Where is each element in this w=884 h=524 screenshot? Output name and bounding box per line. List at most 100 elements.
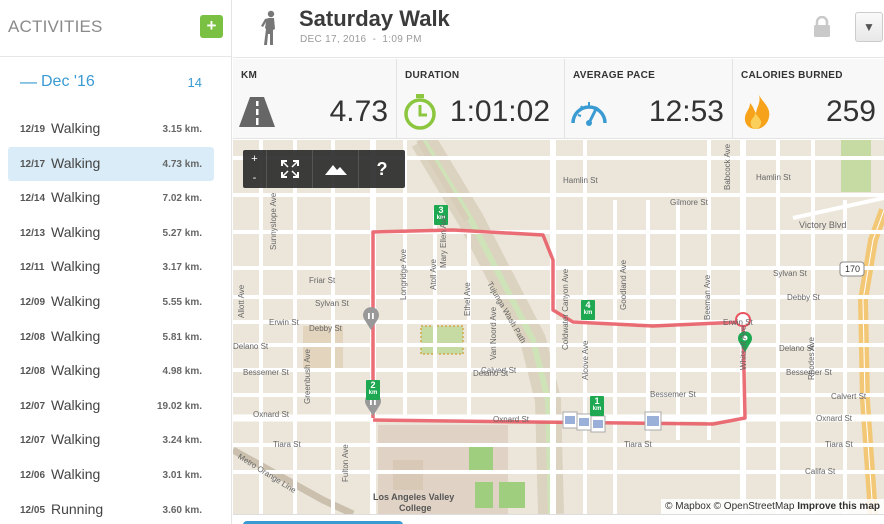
lock-icon[interactable] <box>813 16 831 38</box>
activity-item-distance: 3.60 km. <box>162 504 202 516</box>
activity-item-distance: 5.55 km. <box>162 296 202 308</box>
activity-item-date: 12/17 <box>20 158 46 170</box>
help-button[interactable]: ? <box>359 150 405 188</box>
activity-item-distance: 19.02 km. <box>156 400 202 412</box>
improve-map-link[interactable]: Improve this map <box>797 501 880 512</box>
activity-item-date: 12/19 <box>20 124 46 135</box>
activity-list: 12/19 Walking 3.15 km. 12/17 Walking 4.73 km.… <box>8 112 214 524</box>
activity-list-item[interactable]: 12/17 Walking 4.73 km. <box>8 146 214 182</box>
collapse-icon[interactable]: — <box>20 72 37 92</box>
activity-item-date: 12/09 <box>20 296 46 308</box>
activity-title[interactable]: Saturday Walk <box>299 6 450 32</box>
month-label: Dec '16 <box>41 73 95 90</box>
km-marker-4[interactable]: 4 km <box>581 300 595 320</box>
activity-list-item[interactable]: 12/06 Walking 3.01 km. <box>8 458 214 493</box>
zoom-controls: + - <box>243 150 267 188</box>
street-label: Atoll Ave <box>429 259 438 290</box>
street-label: Oxnard St <box>816 414 853 423</box>
stat-calories-value: 259 <box>825 95 876 128</box>
activity-item-distance: 5.27 km. <box>162 227 202 239</box>
activity-item-date: 12/13 <box>20 227 46 239</box>
activity-list-item[interactable]: 12/14 Walking 7.02 km. <box>8 181 214 216</box>
datetime-separator: - <box>372 34 377 45</box>
route-map[interactable]: 3 km 2 km 4 km 1 km Hamlin St Hamlin St Gilm… <box>233 140 884 514</box>
street-label: Van Noord Ave <box>489 306 498 360</box>
college-label: Los Angeles Valley <box>373 492 455 502</box>
sidebar-title: ACTIVITIES <box>8 17 103 36</box>
sidebar-header: ACTIVITIES + <box>0 0 231 57</box>
street-label: Whitsett Ave <box>739 325 748 370</box>
activity-item-distance: 3.17 km. <box>162 262 202 274</box>
activity-list-item[interactable]: 12/09 Walking 5.55 km. <box>8 285 214 320</box>
activity-item-date: 12/08 <box>20 366 46 378</box>
osm-link[interactable]: © OpenStreetMap <box>714 501 795 512</box>
activity-item-type: Walking <box>51 431 101 448</box>
street-label: Sylvan St <box>773 269 807 278</box>
stat-duration-label: DURATION <box>405 70 460 81</box>
street-label: Goodland Ave <box>619 259 628 310</box>
activity-item-distance: 4.73 km. <box>162 158 202 170</box>
street-label: Tiara St <box>273 440 301 449</box>
street-label: Bessemer St <box>650 390 696 399</box>
activity-list-item[interactable]: 12/07 Walking 19.02 km. <box>8 389 214 424</box>
activity-item-type: Walking <box>51 189 101 206</box>
street-label: Mary Ellen Ave <box>439 214 448 268</box>
activity-item-date: 12/06 <box>20 469 46 481</box>
street-label: Rhodes Ave <box>807 337 816 380</box>
add-activity-button[interactable]: + <box>200 15 223 38</box>
month-group-header[interactable]: — Dec '16 14 <box>0 58 232 108</box>
street-label: Victory Blvd <box>799 220 847 230</box>
college-label-2: College <box>399 503 432 513</box>
activity-item-distance: 5.81 km. <box>162 331 202 343</box>
activity-list-item[interactable]: 12/08 Walking 4.98 km. <box>8 354 214 389</box>
activities-sidebar: ACTIVITIES + — Dec '16 14 12/19 Walking 3.… <box>0 0 232 524</box>
activity-list-item[interactable]: 12/11 Walking 3.17 km. <box>8 250 214 285</box>
activity-list-item[interactable]: 12/08 Walking 5.81 km. <box>8 320 214 355</box>
km-marker-2[interactable]: 2 km <box>366 380 380 400</box>
activity-item-type: Walking <box>51 327 101 344</box>
flame-icon <box>744 95 770 129</box>
stats-bar: KM 4.73 DURATION 1:01:02 AVERAGE PACE 12… <box>233 59 884 139</box>
speedometer-icon <box>571 102 607 126</box>
street-label: Longridge Ave <box>399 248 408 300</box>
activity-date: DEC 17, 2016 <box>300 34 367 45</box>
street-label: Gilmore St <box>670 198 708 207</box>
street-label: Tiara St <box>825 440 853 449</box>
activity-item-type: Walking <box>51 258 101 275</box>
activity-item-type: Running <box>51 500 104 517</box>
chevron-down-icon: ▼ <box>863 20 875 34</box>
km-marker-1[interactable]: 1 km <box>590 396 604 416</box>
walking-person-icon <box>261 10 275 45</box>
street-label: Oxnard St <box>253 410 290 419</box>
mountain-icon <box>324 165 347 175</box>
street-label: Bessemer St <box>243 368 289 377</box>
stat-duration: DURATION 1:01:02 <box>397 59 565 139</box>
activity-item-date: 12/05 <box>20 504 46 516</box>
activity-item-type: Walking <box>51 362 101 379</box>
stat-pace: AVERAGE PACE 12:53 <box>565 59 733 139</box>
mapbox-link[interactable]: © Mapbox <box>665 501 711 512</box>
street-label: Califa St <box>805 467 836 476</box>
stopwatch-icon <box>404 94 436 130</box>
stat-calories: CALORIES BURNED 259 <box>733 59 884 139</box>
street-label: Hamlin St <box>563 176 598 185</box>
activity-item-distance: 4.98 km. <box>162 366 202 378</box>
activity-list-item[interactable]: 12/07 Walking 3.24 km. <box>8 423 214 458</box>
activity-menu-button[interactable]: ▼ <box>855 12 883 42</box>
fullscreen-button[interactable] <box>267 150 313 188</box>
street-label: Babcock Ave <box>723 143 732 190</box>
activity-item-type: Walking <box>51 223 101 240</box>
street-label: Coldwater Canyon Ave <box>561 268 570 350</box>
map-attribution: © Mapbox © OpenStreetMap Improve this ma… <box>661 499 884 514</box>
month-activity-count: 14 <box>187 75 202 90</box>
terrain-button[interactable] <box>313 150 359 188</box>
activity-list-item[interactable]: 12/13 Walking 5.27 km. <box>8 216 214 251</box>
activity-list-item[interactable]: 12/05 Running 3.60 km. <box>8 493 214 524</box>
zoom-in-button[interactable]: + <box>243 150 266 169</box>
street-label: Alcove Ave <box>581 340 590 380</box>
fullscreen-icon <box>280 160 299 178</box>
street-label: Allott Ave <box>237 284 246 318</box>
activity-item-distance: 7.02 km. <box>162 193 202 205</box>
activity-list-item[interactable]: 12/19 Walking 3.15 km. <box>8 112 214 147</box>
zoom-out-button[interactable]: - <box>243 169 266 188</box>
